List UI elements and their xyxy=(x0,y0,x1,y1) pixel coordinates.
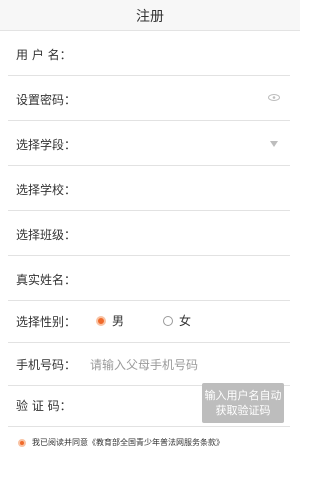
radio-unselected-icon xyxy=(163,315,173,326)
get-code-button-line2: 获取验证码 xyxy=(215,404,271,417)
radio-selected-icon xyxy=(96,315,106,326)
eye-icon[interactable] xyxy=(268,94,280,101)
gender-label: 选择性别： xyxy=(16,315,77,329)
gender-row: 选择性别： 男 女 xyxy=(8,298,290,343)
gender-option-label: 男 xyxy=(112,314,125,328)
agreement-row[interactable]: 我已阅读并同意《教育部全国青少年普法网服务条款》 xyxy=(18,437,224,448)
chevron-down-icon[interactable] xyxy=(270,141,278,147)
gender-option-female[interactable]: 女 xyxy=(163,312,191,329)
class-select-row[interactable]: 选择班级： xyxy=(8,211,290,256)
get-code-button[interactable]: 输入用户名自动 获取验证码 xyxy=(202,383,284,423)
school-select-row[interactable]: 选择学校： xyxy=(8,166,290,211)
code-label: 验 证 码： xyxy=(16,399,72,413)
phone-input[interactable]: 请输入父母手机号码 xyxy=(90,356,198,373)
username-label: 用 户 名： xyxy=(16,48,72,62)
code-row[interactable]: 验 证 码： 输入用户名自动 获取验证码 xyxy=(8,382,290,427)
gender-option-male[interactable]: 男 xyxy=(96,312,124,329)
section-select-row[interactable]: 选择学段： xyxy=(8,121,290,166)
get-code-button-line1: 输入用户名自动 xyxy=(204,389,282,402)
phone-label: 手机号码： xyxy=(16,358,77,372)
school-label: 选择学校： xyxy=(16,183,77,197)
password-row[interactable]: 设置密码： xyxy=(8,76,290,121)
password-label: 设置密码： xyxy=(16,93,77,107)
realname-label: 真实姓名： xyxy=(16,273,77,287)
username-row[interactable]: 用 户 名： xyxy=(8,31,290,76)
class-label: 选择班级： xyxy=(16,228,77,242)
realname-row[interactable]: 真实姓名： xyxy=(8,256,290,301)
section-label: 选择学段： xyxy=(16,138,77,152)
header-bar: 注册 xyxy=(0,0,300,31)
gender-option-label: 女 xyxy=(179,314,192,328)
phone-row[interactable]: 手机号码： 请输入父母手机号码 xyxy=(8,341,290,386)
agreement-text: 我已阅读并同意《教育部全国青少年普法网服务条款》 xyxy=(32,438,224,447)
checkbox-checked-icon[interactable] xyxy=(18,438,26,447)
page-title: 注册 xyxy=(136,9,164,25)
